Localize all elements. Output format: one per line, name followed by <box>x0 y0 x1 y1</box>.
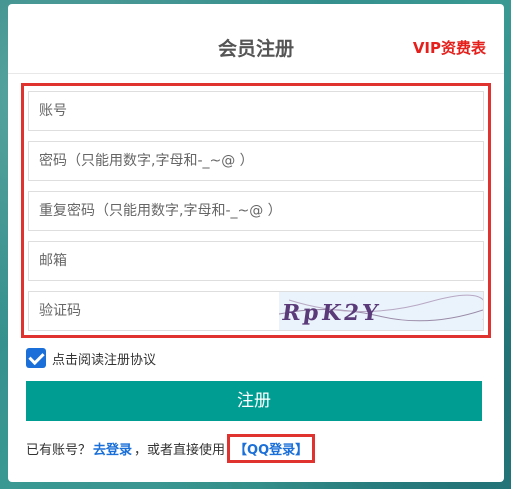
password-field-wrap <box>28 141 484 181</box>
email-input[interactable] <box>29 242 483 280</box>
captcha-text: RpK2Y <box>280 300 382 326</box>
agreement-label[interactable]: 点击阅读注册协议 <box>52 349 156 368</box>
password-input[interactable] <box>29 142 483 180</box>
card-header: 会员注册 VIP资费表 <box>8 4 504 74</box>
agreement-checkbox[interactable] <box>26 348 46 368</box>
repeat-password-input[interactable] <box>29 192 483 230</box>
register-card: 会员注册 VIP资费表 RpK2Y 点击阅读注册 <box>8 4 504 482</box>
registration-form: RpK2Y <box>21 83 491 338</box>
captcha-input[interactable] <box>29 292 279 330</box>
email-field-wrap <box>28 241 484 281</box>
captcha-image[interactable]: RpK2Y <box>279 292 483 330</box>
qq-login-link[interactable]: 【QQ登录】 <box>227 434 316 463</box>
footer-login-row: 已有账号？ 去登录 ，或者直接使用 【QQ登录】 <box>26 434 316 463</box>
vip-pricing-link[interactable]: VIP资费表 <box>413 37 486 58</box>
agreement-checkbox-row[interactable]: 点击阅读注册协议 <box>26 347 156 369</box>
account-input[interactable] <box>29 92 483 130</box>
footer-middle: ，或者直接使用 <box>134 443 226 458</box>
footer-prefix: 已有账号？ <box>26 443 92 458</box>
repeat-password-field-wrap <box>28 191 484 231</box>
go-login-link[interactable]: 去登录 <box>93 439 132 458</box>
account-field-wrap <box>28 91 484 131</box>
register-button[interactable]: 注册 <box>26 381 482 421</box>
captcha-field-wrap: RpK2Y <box>28 291 484 331</box>
